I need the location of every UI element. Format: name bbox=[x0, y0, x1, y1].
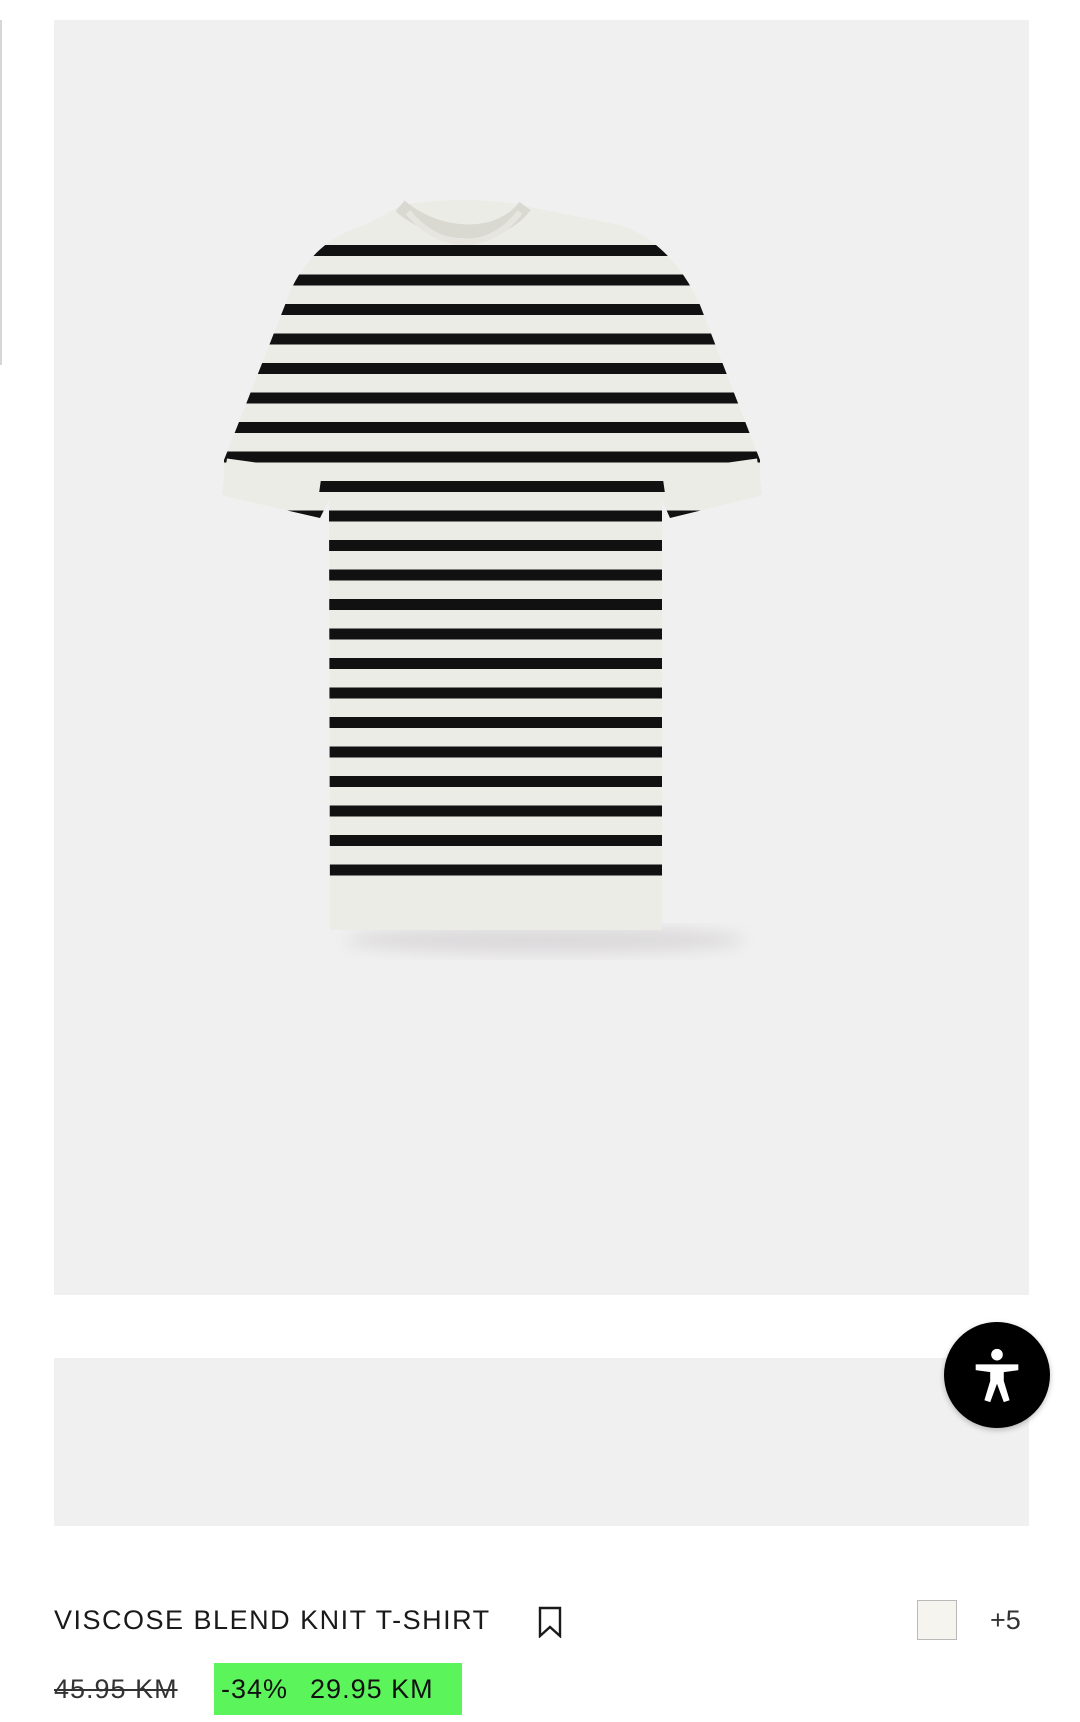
shirt-stripe bbox=[224, 864, 760, 876]
discount-percent: -34% bbox=[221, 1673, 289, 1704]
striped-tshirt-image bbox=[221, 200, 763, 954]
secondary-image-placeholder[interactable] bbox=[54, 1358, 1029, 1526]
more-colors-count[interactable]: +5 bbox=[990, 1604, 1021, 1636]
shirt-stripe bbox=[224, 392, 760, 404]
shirt-stripe bbox=[224, 599, 760, 610]
shirt-stripe bbox=[224, 717, 760, 728]
shirt-stripe bbox=[224, 687, 760, 699]
shirt-stripe bbox=[224, 510, 760, 522]
bookmark-icon bbox=[538, 1606, 562, 1639]
color-swatch[interactable] bbox=[917, 1600, 957, 1640]
shirt-stripe bbox=[224, 569, 760, 581]
shirt-stripe bbox=[224, 835, 760, 846]
bookmark-button[interactable] bbox=[536, 1606, 564, 1639]
shirt-stripe bbox=[224, 304, 760, 315]
shirt-stripe bbox=[224, 245, 760, 256]
accessibility-button[interactable] bbox=[944, 1322, 1050, 1428]
shirt-stripe bbox=[224, 628, 760, 640]
shirt-stripe bbox=[224, 746, 760, 758]
shirt-stripe bbox=[224, 363, 760, 374]
product-image[interactable] bbox=[54, 20, 1029, 1295]
shirt-stripe bbox=[224, 333, 760, 345]
shirt-stripe bbox=[224, 540, 760, 551]
accessibility-icon bbox=[975, 1348, 1019, 1403]
shirt-stripe bbox=[224, 805, 760, 817]
shirt-stripe bbox=[224, 658, 760, 669]
shirt-stripe bbox=[224, 274, 760, 286]
scroll-edge bbox=[0, 20, 2, 365]
original-price: 45.95 KM bbox=[54, 1674, 178, 1704]
shirt-stripe bbox=[224, 422, 760, 433]
product-title[interactable]: VISCOSE BLEND KNIT T-SHIRT bbox=[54, 1604, 491, 1636]
sale-price-badge: -34% 29.95 KM bbox=[214, 1663, 462, 1715]
shirt-stripe bbox=[224, 451, 760, 463]
shirt-stripe bbox=[224, 776, 760, 787]
current-price: 29.95 KM bbox=[310, 1673, 434, 1704]
